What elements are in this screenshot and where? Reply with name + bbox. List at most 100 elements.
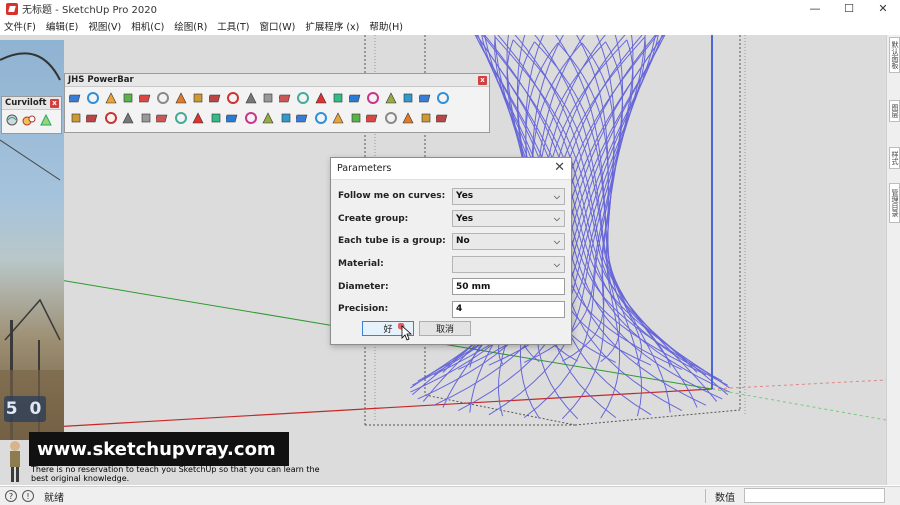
jhs-tool-icon[interactable]	[366, 110, 381, 125]
tab-manage-directory[interactable]: 管理目录	[889, 183, 900, 223]
info-icon[interactable]: !	[22, 490, 34, 502]
tab-default-tray[interactable]: 默认面板	[889, 37, 900, 73]
jhs-tool-icon[interactable]	[156, 90, 171, 105]
minimize-button[interactable]: —	[798, 0, 832, 17]
jhs-tool-icon[interactable]	[138, 110, 153, 125]
jhs-tool-icon[interactable]	[243, 90, 258, 105]
toolbar-close-icon[interactable]: x	[478, 76, 487, 85]
jhs-tool-icon[interactable]	[348, 90, 363, 105]
curviloft-toolbar-header[interactable]: Curviloft x	[2, 97, 61, 110]
jhs-tool-icon[interactable]	[278, 110, 293, 125]
menu-file[interactable]: 文件(F)	[4, 19, 36, 33]
chevron-down-icon: ⌵	[553, 191, 560, 201]
jhs-tool-icon[interactable]	[191, 110, 206, 125]
menu-window[interactable]: 窗口(W)	[260, 19, 296, 33]
jhs-tool-icon[interactable]	[86, 110, 101, 125]
jhs-tool-icon[interactable]	[68, 110, 83, 125]
menu-tools[interactable]: 工具(T)	[217, 19, 249, 33]
jhs-tool-icon[interactable]	[278, 90, 293, 105]
menu-edit[interactable]: 编辑(E)	[46, 19, 78, 33]
precision-input[interactable]: 4	[452, 300, 565, 318]
jhs-tool-icon[interactable]	[418, 110, 433, 125]
loft-along-path-icon[interactable]	[38, 112, 53, 127]
dialog-title: Parameters	[337, 163, 392, 174]
follow-me-select[interactable]: Yes ⌵	[452, 187, 565, 205]
toolbar-close-icon[interactable]: x	[50, 99, 59, 108]
jhs-tool-icon[interactable]	[261, 110, 276, 125]
dialog-buttons: 好 取消	[362, 321, 471, 336]
jhs-tool-icon[interactable]	[138, 90, 153, 105]
tab-layers[interactable]: 图层	[889, 100, 900, 122]
measurements-input[interactable]	[744, 488, 885, 503]
menu-camera[interactable]: 相机(C)	[131, 19, 164, 33]
diameter-input[interactable]: 50 mm	[452, 278, 565, 296]
skinning-icon[interactable]	[21, 112, 36, 127]
jhs-tool-icon[interactable]	[383, 90, 398, 105]
select-value: No	[456, 236, 470, 247]
jhs-tool-icon[interactable]	[226, 110, 241, 125]
chevron-down-icon: ⌵	[553, 214, 560, 224]
jhs-tool-icon[interactable]	[208, 90, 223, 105]
jhs-toolbar-header[interactable]: JHS PowerBar x	[65, 74, 489, 87]
dialog-body: Follow me on curves: Yes ⌵ Create group: …	[331, 180, 571, 321]
close-button[interactable]: ✕	[866, 0, 900, 17]
jhs-tool-icon[interactable]	[401, 90, 416, 105]
jhs-tool-icon[interactable]	[68, 90, 83, 105]
mouse-cursor-icon	[398, 323, 412, 341]
jhs-tool-icon[interactable]	[436, 90, 451, 105]
param-label: Create group:	[338, 213, 409, 224]
jhs-title: JHS PowerBar	[68, 75, 134, 85]
tab-styles[interactable]: 样式	[889, 147, 900, 169]
dialog-close-icon[interactable]: ✕	[554, 161, 565, 175]
jhs-tool-icon[interactable]	[103, 110, 118, 125]
create-group-select[interactable]: Yes ⌵	[452, 210, 565, 228]
status-bar: ? ! 就绪 数值	[0, 486, 900, 505]
jhs-tool-icon[interactable]	[348, 110, 363, 125]
presenter-figure-icon	[10, 441, 20, 482]
jhs-tool-icon[interactable]	[121, 110, 136, 125]
select-value: Yes	[456, 213, 474, 224]
jhs-tool-icon[interactable]	[86, 90, 101, 105]
jhs-tool-icon[interactable]	[226, 90, 241, 105]
loft-by-spline-icon[interactable]	[4, 112, 19, 127]
cancel-button[interactable]: 取消	[419, 321, 471, 336]
param-row-create-group: Create group: Yes ⌵	[338, 208, 565, 231]
menu-draw[interactable]: 绘图(R)	[174, 19, 207, 33]
jhs-tool-icon[interactable]	[173, 110, 188, 125]
jhs-tool-icon[interactable]	[401, 110, 416, 125]
param-row-diameter: Diameter: 50 mm	[338, 275, 565, 298]
jhs-tool-icon[interactable]	[313, 90, 328, 105]
status-divider	[705, 489, 706, 503]
jhs-tool-icon[interactable]	[261, 90, 276, 105]
measurements-label: 数值	[715, 493, 735, 504]
jhs-powerbar-toolbar: JHS PowerBar x	[64, 73, 490, 133]
param-label: Material:	[338, 259, 384, 270]
tube-group-select[interactable]: No ⌵	[452, 232, 565, 250]
maximize-button[interactable]: ☐	[832, 0, 866, 17]
jhs-tool-icon[interactable]	[121, 90, 136, 105]
jhs-tool-icon[interactable]	[418, 90, 433, 105]
menu-view[interactable]: 视图(V)	[88, 19, 121, 33]
jhs-tool-icon[interactable]	[173, 90, 188, 105]
jhs-tool-icon[interactable]	[436, 110, 451, 125]
camera-badge: 5 0	[4, 396, 46, 422]
menu-extensions[interactable]: 扩展程序 (x)	[305, 19, 359, 33]
jhs-tool-icon[interactable]	[331, 110, 346, 125]
jhs-tool-icon[interactable]	[243, 110, 258, 125]
geo-location-icon[interactable]: ?	[5, 490, 17, 502]
material-select[interactable]: ⌵	[452, 255, 565, 273]
jhs-tool-icon[interactable]	[331, 90, 346, 105]
jhs-tool-icon[interactable]	[208, 110, 223, 125]
jhs-tool-icon[interactable]	[383, 110, 398, 125]
chevron-down-icon: ⌵	[553, 259, 560, 269]
dialog-titlebar[interactable]: Parameters ✕	[331, 158, 571, 180]
jhs-tool-icon[interactable]	[191, 90, 206, 105]
menu-help[interactable]: 帮助(H)	[369, 19, 403, 33]
jhs-tool-icon[interactable]	[156, 110, 171, 125]
jhs-tool-icon[interactable]	[296, 90, 311, 105]
jhs-tool-icon[interactable]	[296, 110, 311, 125]
jhs-tool-icon[interactable]	[366, 90, 381, 105]
jhs-tool-icon[interactable]	[313, 110, 328, 125]
parameters-dialog: Parameters ✕ Follow me on curves: Yes ⌵ C…	[330, 157, 572, 345]
jhs-tool-icon[interactable]	[103, 90, 118, 105]
